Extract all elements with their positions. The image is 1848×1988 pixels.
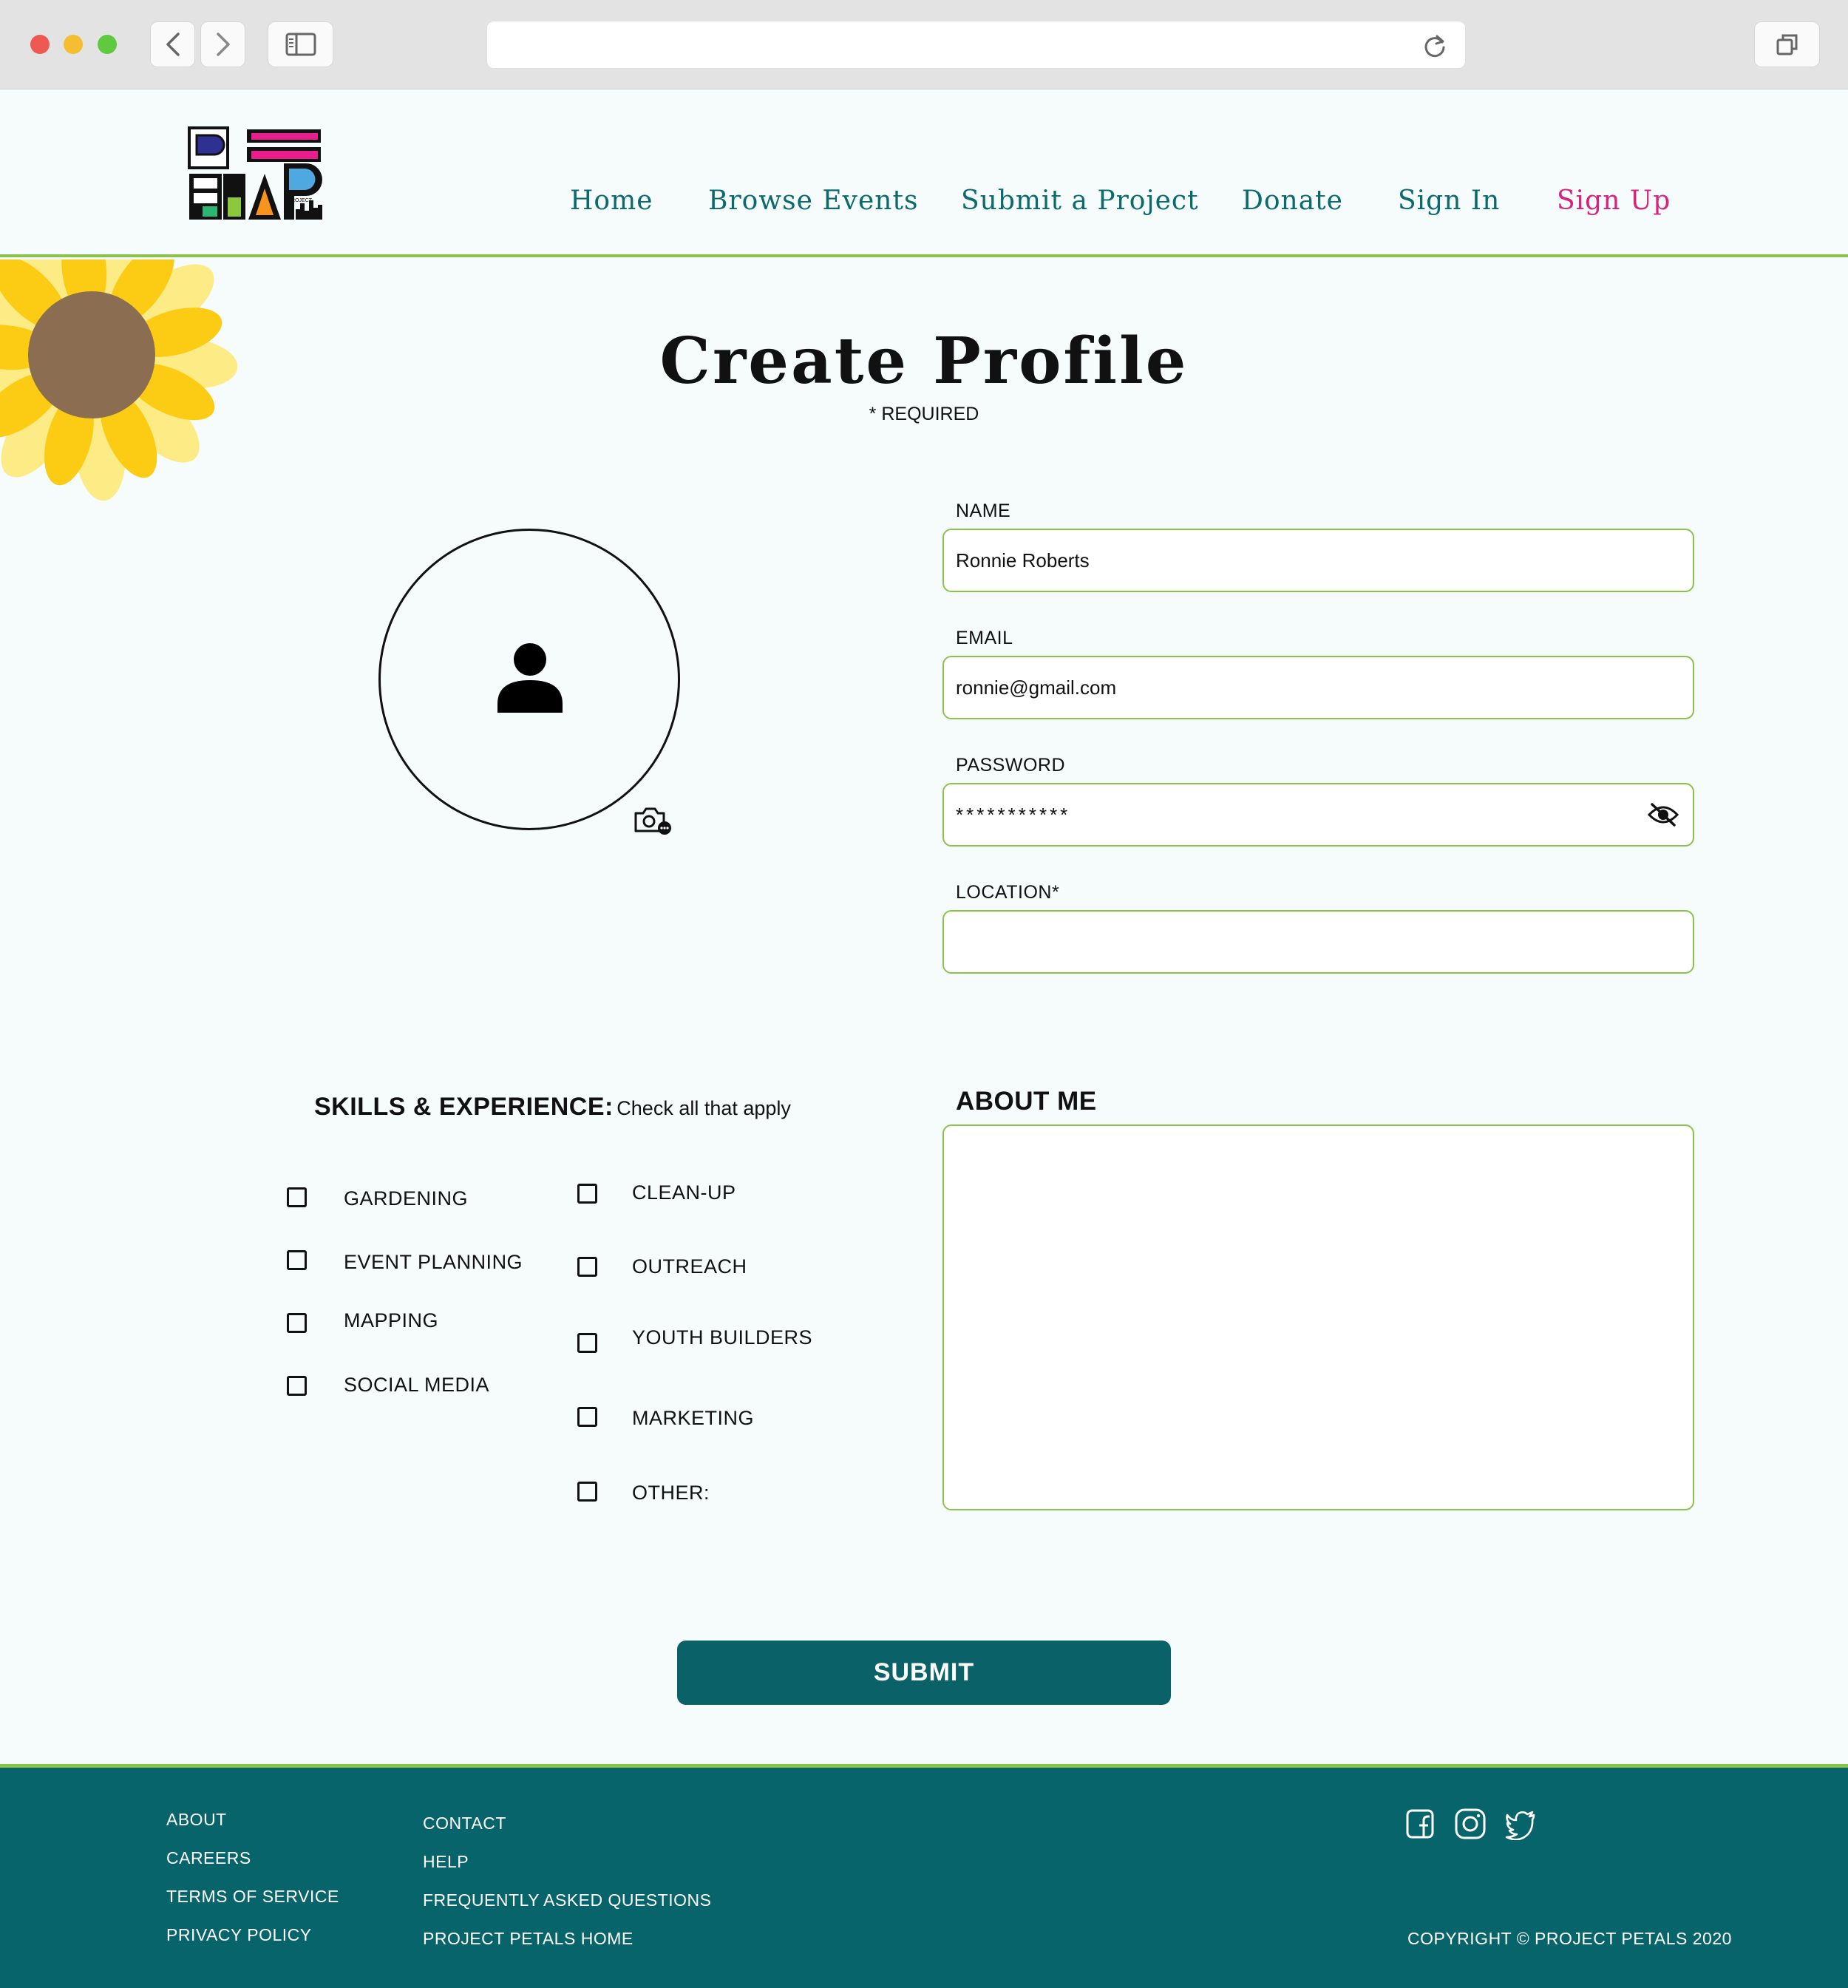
minimize-window-button[interactable] [64,35,83,54]
skill-label-mapping: MAPPING [344,1309,439,1331]
sidebar-icon [285,33,316,56]
skill-label-clean-up: CLEAN-UP [632,1181,736,1204]
instagram-icon[interactable] [1454,1808,1487,1840]
location-input[interactable] [942,910,1694,974]
nav-sign-up[interactable]: Sign Up [1557,186,1671,216]
facebook-icon[interactable] [1404,1808,1437,1840]
chevron-right-icon [216,33,230,56]
copyright-text: COPYRIGHT © PROJECT PETALS 2020 [1407,1929,1732,1948]
chevron-left-icon [166,33,180,56]
footer-link-help[interactable]: HELP [423,1852,469,1872]
checkbox-marketing[interactable] [577,1407,597,1427]
footer-link-about[interactable]: ABOUT [166,1810,227,1830]
email-input[interactable] [942,656,1694,719]
svg-text:ROJECT: ROJECT [291,198,313,203]
email-label: EMAIL [956,628,1013,648]
footer-link-contact[interactable]: CONTACT [423,1814,506,1833]
camera-upload-icon[interactable] [633,806,673,835]
skill-label-marketing: MARKETING [632,1407,755,1429]
checkbox-outreach[interactable] [577,1257,597,1277]
name-label: NAME [956,501,1011,521]
nav-donate[interactable]: Donate [1242,186,1343,216]
close-window-button[interactable] [30,35,50,54]
about-me-textarea[interactable] [942,1124,1694,1510]
address-bar[interactable] [486,21,1466,69]
footer-link-careers[interactable]: CAREERS [166,1848,251,1868]
checkbox-mapping[interactable] [287,1313,307,1333]
password-input[interactable] [942,783,1694,847]
footer-link-faq[interactable]: FREQUENTLY ASKED QUESTIONS [423,1890,711,1910]
person-icon [497,643,563,713]
footer-link-terms[interactable]: TERMS OF SERVICE [166,1887,339,1907]
checkbox-clean-up[interactable] [577,1184,597,1204]
checkbox-event-planning[interactable] [287,1250,307,1270]
skill-label-gardening: GARDENING [344,1187,469,1210]
reload-icon[interactable] [1422,33,1447,58]
required-note: * REQUIRED [869,404,979,424]
hide-password-icon[interactable] [1647,801,1679,828]
skills-heading-title: SKILLS & EXPERIENCE: [314,1093,614,1121]
skill-label-social-media: SOCIAL MEDIA [344,1374,490,1396]
footer-link-privacy[interactable]: PRIVACY POLICY [166,1925,312,1945]
checkbox-gardening[interactable] [287,1187,307,1207]
footer-link-home[interactable]: PROJECT PETALS HOME [423,1929,633,1949]
site-footer: ABOUT CAREERS TERMS OF SERVICE PRIVACY P… [0,1764,1848,1988]
nav-home[interactable]: Home [570,186,653,216]
checkbox-youth-builders[interactable] [577,1333,597,1353]
skills-heading-subtitle: Check all that apply [616,1097,791,1119]
back-button[interactable] [150,21,195,67]
submit-button[interactable]: SUBMIT [677,1641,1171,1705]
nav-submit-project[interactable]: Submit a Project [961,186,1199,216]
page-title: Create Profile [659,324,1189,398]
name-input[interactable] [942,529,1694,592]
skill-label-event-planning: EVENT PLANNING [344,1251,523,1273]
nav-browse-events[interactable]: Browse Events [708,186,918,216]
about-me-heading: ABOUT ME [956,1087,1097,1116]
twitter-icon[interactable] [1504,1808,1537,1840]
checkbox-social-media[interactable] [287,1376,307,1396]
browser-toolbar [0,0,1848,89]
maximize-window-button[interactable] [98,35,117,54]
tabs-icon [1776,34,1797,55]
tabs-overview-button[interactable] [1754,21,1820,67]
skills-heading: SKILLS & EXPERIENCE: Check all that appl… [314,1093,791,1122]
profile-photo-placeholder[interactable] [378,529,680,830]
forward-button[interactable] [200,21,245,67]
skill-label-youth-builders: YOUTH BUILDERS [632,1326,813,1348]
nav-sign-in[interactable]: Sign In [1398,186,1500,216]
site-header: ROJECT Home Browse Events Submit a Proje… [0,89,1848,257]
password-label: PASSWORD [956,755,1065,776]
location-label: LOCATION* [956,882,1060,903]
project-petals-logo[interactable]: ROJECT [188,126,325,223]
skill-label-outreach: OUTREACH [632,1255,747,1278]
sidebar-toggle-button[interactable] [268,21,333,67]
checkbox-other[interactable] [577,1482,597,1502]
skill-label-other: OTHER: [632,1482,710,1504]
